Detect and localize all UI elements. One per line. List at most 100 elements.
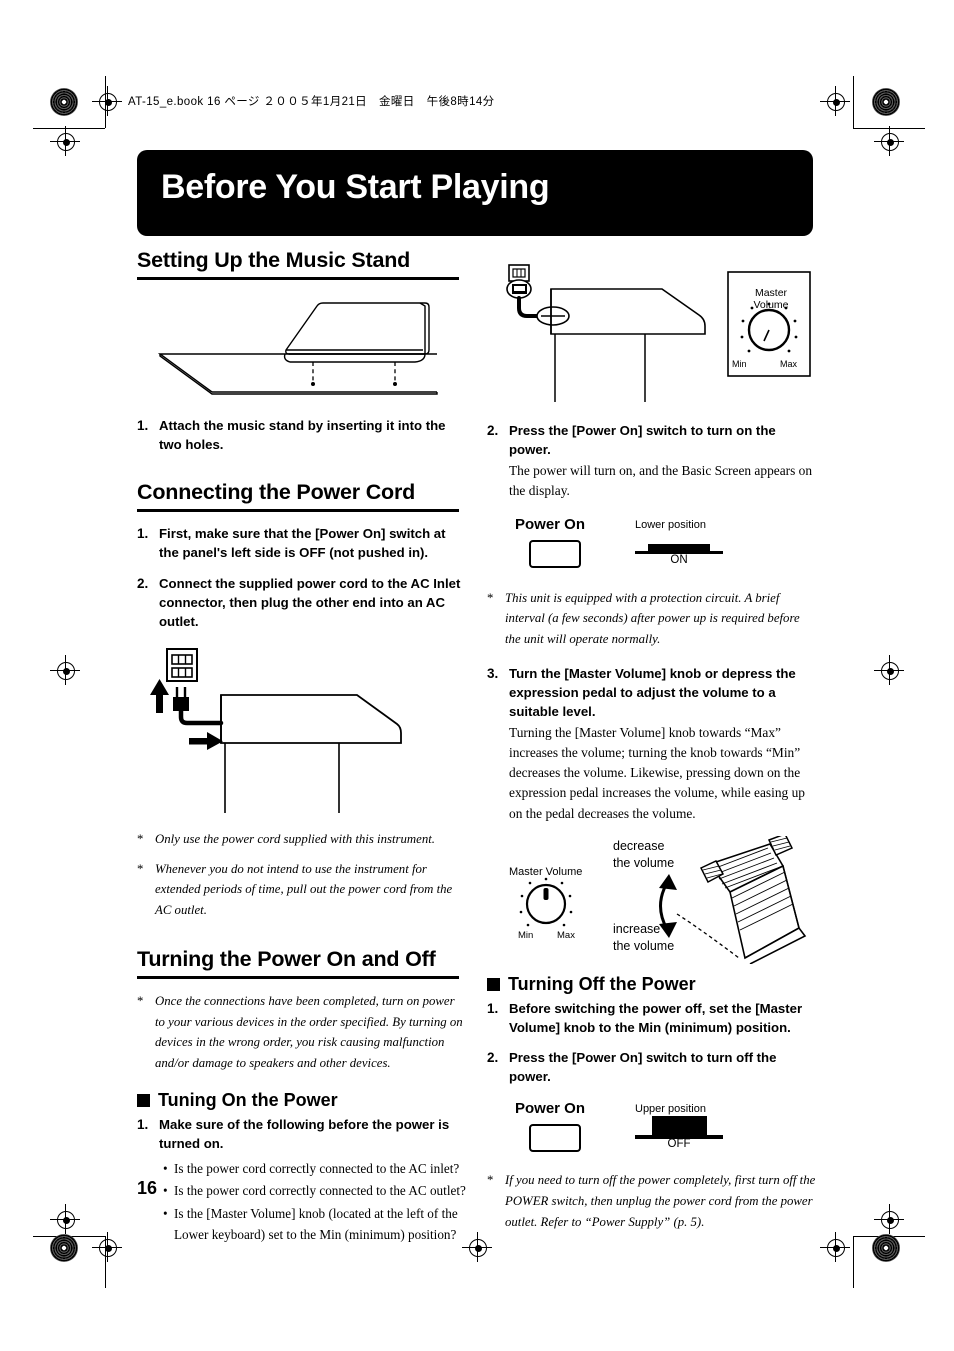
registration-mark-left-upper — [50, 126, 80, 156]
step-body-text: Turning the [Master Volume] knob towards… — [509, 725, 805, 821]
crop-rule-bottom-right-v — [853, 1236, 854, 1288]
switch-state-label: OFF — [667, 1138, 691, 1151]
footnote-item: * Only use the power cord supplied with … — [137, 829, 467, 850]
power-on-label: Power On — [515, 1100, 586, 1118]
step-item: 2. Connect the supplied power cord to th… — [137, 574, 467, 631]
step-number: 1. — [137, 1116, 149, 1132]
power-on-label: Power On — [515, 515, 586, 533]
registration-mark-left-lower — [50, 1204, 80, 1234]
footnote-text: Once the connections have been completed… — [155, 993, 463, 1071]
insert-right-arrow-icon — [189, 731, 223, 750]
heading-turning-power-on-off: Turning the Power On and Off — [137, 946, 436, 971]
subheading-label: Tuning On the Power — [158, 1089, 338, 1110]
asterisk: * — [137, 831, 144, 846]
step-number: 1. — [137, 418, 149, 433]
step-number: 1. — [487, 1000, 499, 1016]
step-text: Press the [Power On] switch to turn on t… — [509, 423, 776, 458]
step-text: Press the [Power On] switch to turn off … — [509, 1049, 777, 1085]
halftone-circle-top-right — [872, 88, 900, 116]
footnote-item: * If you need to turn off the power comp… — [487, 1170, 817, 1232]
halftone-circle-top-left — [50, 88, 78, 116]
registration-mark-right-lower — [874, 1204, 904, 1234]
registration-mark-right-mid — [874, 655, 904, 685]
switch-state-label: ON — [670, 553, 688, 566]
heading-connecting-power-cord: Connecting the Power Cord — [137, 480, 416, 505]
list-item: • Is the [Master Volume] knob (located at… — [163, 1203, 467, 1246]
registration-mark-bottom-left — [92, 1232, 122, 1262]
step-text: Connect the supplied power cord to the A… — [159, 575, 461, 629]
page-number: 16 — [137, 1178, 158, 1198]
step-number: 2. — [487, 1049, 499, 1065]
heading-setting-up-music-stand: Setting Up the Music Stand — [137, 248, 411, 272]
footnote-text: This unit is equipped with a protection … — [505, 590, 800, 646]
bullet-icon: • — [163, 1161, 168, 1177]
footnote-item: * This unit is equipped with a protectio… — [487, 588, 817, 650]
switch-position-label: Upper position — [635, 1103, 706, 1116]
footnote-item: * Once the connections have been complet… — [137, 991, 467, 1074]
step-number: 2. — [137, 575, 149, 591]
square-bullet-icon — [137, 1093, 150, 1107]
footnote-text: Only use the power cord supplied with th… — [155, 831, 435, 846]
master-volume-title: Master Volume — [753, 287, 789, 311]
chapter-title-banner: Before You Start Playing — [137, 150, 813, 236]
step-text: Turn the [Master Volume] knob or depress… — [509, 665, 796, 719]
step-body-text: The power will turn on, and the Basic Sc… — [509, 463, 813, 499]
subheading-tuning-on-the-power: Tuning On the Power — [137, 1090, 467, 1111]
heading-rule — [137, 975, 459, 979]
registration-mark-top-left — [92, 86, 122, 116]
music-stand-illustration — [137, 292, 467, 405]
pedal-knob-title: Master Volume — [509, 865, 583, 878]
list-item-text: Is the power cord correctly connected to… — [174, 1161, 460, 1177]
switch-block-on-icon — [648, 543, 710, 551]
list-item: • Is the power cord correctly connected t… — [163, 1180, 467, 1201]
power-on-switch-figure: Power On Lower position ON — [515, 516, 817, 568]
left-column: Setting Up the Music Stand 1. Attach the… — [137, 248, 467, 1247]
step-text: Make sure of the following before the po… — [159, 1116, 450, 1151]
step-text: Attach the music stand by inserting it i… — [159, 418, 446, 453]
step-item: 2. Press the [Power On] switch to turn o… — [487, 421, 817, 459]
bullet-icon: • — [163, 1183, 168, 1199]
subheading-label: Turning Off the Power — [508, 973, 696, 994]
step-number: 3. — [487, 665, 499, 681]
power-off-switch-figure: Power On Upper position OFF — [515, 1100, 817, 1153]
organ-power-connection-illustration: Master Volume Min Max — [487, 262, 817, 407]
step-text: Before switching the power off, set the … — [509, 1000, 803, 1035]
asterisk: * — [487, 590, 494, 605]
switch-position-label: Lower position — [635, 518, 706, 531]
increase-volume-label-1: increase — [613, 921, 661, 936]
heading-rule — [137, 509, 459, 513]
power-switch-icon — [529, 539, 581, 568]
bullet-icon: • — [163, 1205, 168, 1221]
increase-volume-label-2: the volume — [613, 938, 675, 953]
step-item: 1. Attach the music stand by inserting i… — [137, 416, 467, 454]
subheading-turning-off-the-power: Turning Off the Power — [487, 974, 817, 995]
heading-rule — [137, 277, 459, 280]
step-item: 2. Press the [Power On] switch to turn o… — [487, 1048, 817, 1086]
knob-min-label: Min — [732, 359, 747, 369]
power-cord-connection-illustration — [137, 645, 467, 820]
step-item: 3. Turn the [Master Volume] knob or depr… — [487, 664, 817, 721]
crop-rule-top-right-v — [853, 76, 854, 128]
right-column: Master Volume Min Max 2. Press the [Powe… — [487, 262, 817, 1232]
master-volume-knob-icon — [519, 877, 573, 926]
halftone-circle-bottom-right — [872, 1234, 900, 1262]
power-switch-icon — [529, 1124, 581, 1153]
expression-pedal-illustration: Master Volume Min Max decrease the volum… — [487, 832, 817, 965]
footnote-item: * Whenever you do not intend to use the … — [137, 859, 467, 921]
asterisk: * — [137, 993, 144, 1008]
pedal-knob-min-label: Min — [518, 929, 534, 941]
ac-inlet-icon — [506, 264, 532, 299]
page-title: Before You Start Playing — [161, 168, 550, 206]
switch-block-off-icon — [652, 1116, 707, 1136]
expression-pedal-shape — [699, 832, 807, 965]
power-plug-icon — [173, 686, 189, 711]
square-bullet-icon — [487, 977, 500, 991]
step-text: First, make sure that the [Power On] swi… — [159, 526, 446, 561]
step-number: 1. — [137, 526, 149, 542]
registration-mark-left-mid — [50, 655, 80, 685]
decrease-volume-label-1: decrease — [613, 838, 665, 853]
asterisk: * — [487, 1173, 494, 1188]
halftone-circle-bottom-left — [50, 1234, 78, 1262]
step-item: 1. Before switching the power off, set t… — [487, 999, 817, 1037]
insert-up-arrow-icon — [150, 678, 169, 713]
